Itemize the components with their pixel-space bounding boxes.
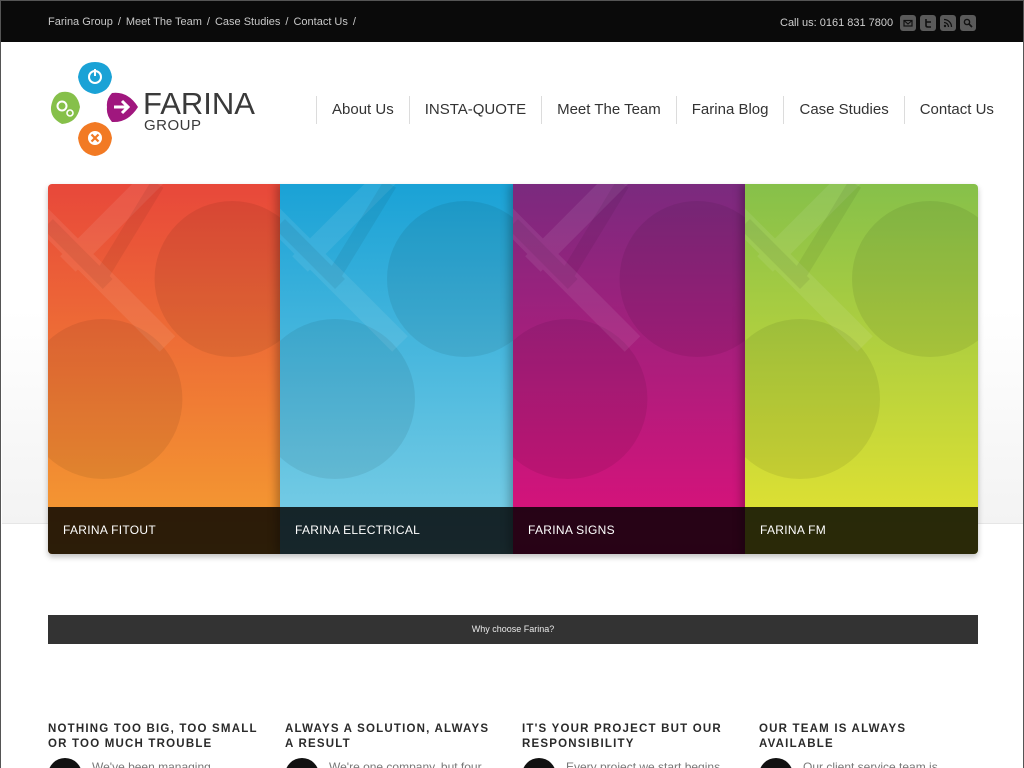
feature-icon	[522, 758, 556, 768]
breadcrumb-meet-the-team[interactable]: Meet The Team	[126, 16, 202, 28]
logo-subtitle: GROUP	[144, 117, 202, 134]
panel-label[interactable]: FARINA ELECTRICAL	[280, 507, 513, 554]
breadcrumb-farina-group[interactable]: Farina Group	[48, 16, 113, 28]
feature-title: ALWAYS A SOLUTION, ALWAYS A RESULT	[285, 723, 490, 750]
panel-decoration	[745, 184, 978, 479]
nav-meet-the-team[interactable]: Meet The Team	[541, 96, 676, 124]
division-panels: FARINA FITOUT FARINA ELECTRICAL FARINA SIG…	[48, 184, 978, 554]
breadcrumb-separator: /	[285, 16, 289, 28]
division-panel[interactable]: FARINA ELECTRICAL	[280, 184, 513, 554]
feature-block: IT'S YOUR PROJECT BUT OUR RESPONSIBILITY…	[522, 722, 732, 768]
feature-title: OUR TEAM IS ALWAYS AVAILABLE	[759, 723, 907, 750]
nav-contact-us[interactable]: Contact Us	[903, 96, 1009, 124]
breadcrumb-separator: /	[352, 16, 356, 28]
panel-label[interactable]: FARINA FM	[745, 507, 978, 554]
page-frame: Farina Group / Meet The Team / Case Studies /…	[0, 0, 1024, 768]
nav-insta-quote[interactable]: INSTA-QUOTE	[408, 96, 541, 124]
feature-block: NOTHING TOO BIG, TOO SMALL OR TOO MUCH T…	[48, 722, 258, 768]
breadcrumb-contact-us[interactable]: Contact Us	[293, 16, 347, 28]
panel-decoration	[513, 184, 745, 479]
breadcrumb: Farina Group / Meet The Team / Case Studies /…	[48, 16, 361, 28]
feature-title: IT'S YOUR PROJECT BUT OUR RESPONSIBILITY	[522, 723, 722, 750]
mail-icon[interactable]	[900, 15, 916, 31]
panel-decoration	[280, 184, 513, 479]
panel-label[interactable]: FARINA SIGNS	[513, 507, 745, 554]
feature-text: Every project we start begins	[566, 760, 721, 768]
division-panel[interactable]: FARINA SIGNS	[513, 184, 745, 554]
search-icon[interactable]	[960, 15, 976, 31]
feature-text: We've been managing	[92, 760, 211, 768]
breadcrumb-case-studies[interactable]: Case Studies	[215, 16, 280, 28]
nav-about-us[interactable]: About Us	[316, 96, 409, 124]
nav-case-studies[interactable]: Case Studies	[783, 96, 903, 124]
feature-text: Our client service team is	[803, 760, 938, 768]
feature-block: OUR TEAM IS ALWAYS AVAILABLE Our client …	[759, 722, 969, 768]
feature-icon	[759, 758, 793, 768]
call-us-phone: Call us: 0161 831 7800	[780, 17, 894, 29]
twitter-icon[interactable]	[920, 15, 936, 31]
feature-text: We're one company, but four	[329, 760, 482, 768]
breadcrumb-separator: /	[206, 16, 210, 28]
breadcrumb-separator: /	[117, 16, 121, 28]
feature-title: NOTHING TOO BIG, TOO SMALL OR TOO MUCH T…	[48, 723, 258, 750]
division-panel[interactable]: FARINA FM	[745, 184, 978, 554]
main-nav: About Us INSTA-QUOTE Meet The Team Farin…	[316, 96, 1009, 124]
top-bar: Farina Group / Meet The Team / Case Studies /…	[1, 0, 1023, 42]
panel-label[interactable]: FARINA FITOUT	[48, 507, 280, 554]
rss-icon[interactable]	[940, 15, 956, 31]
why-choose-bar[interactable]: Why choose Farina?	[48, 615, 978, 644]
feature-icon	[285, 758, 319, 768]
feature-icon	[48, 758, 82, 768]
feature-block: ALWAYS A SOLUTION, ALWAYS A RESULT We're…	[285, 722, 495, 768]
division-panel[interactable]: FARINA FITOUT	[48, 184, 280, 554]
nav-farina-blog[interactable]: Farina Blog	[675, 96, 784, 124]
social-icons	[900, 15, 976, 31]
panel-decoration	[48, 184, 280, 479]
